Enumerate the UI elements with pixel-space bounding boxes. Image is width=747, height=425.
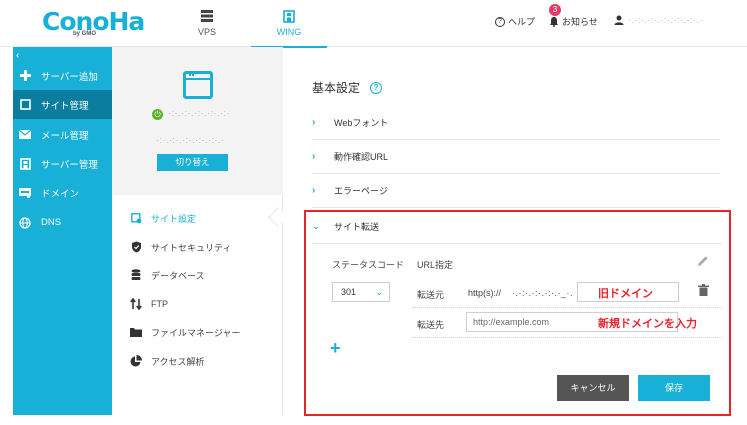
old-domain-annotation: 旧ドメイン: [598, 288, 653, 300]
site-settings-icon: [130, 212, 142, 224]
sidebar-item-server-management[interactable]: サーバー管理: [13, 149, 112, 178]
menu-item-label: ファイルマネージャー: [151, 327, 241, 338]
shield-icon: [130, 241, 142, 253]
sidebar-item-mail-management[interactable]: メール管理: [13, 120, 112, 149]
help-icon[interactable]: ?: [370, 81, 383, 94]
accordion-label: サイト転送: [334, 222, 380, 232]
wing-building-icon: [283, 10, 295, 23]
mail-icon: [18, 130, 32, 139]
menu-item-label: サイトセキュリティ: [151, 242, 232, 253]
status-code-select[interactable]: 301 ⌄: [332, 282, 390, 302]
menu-item-access-analysis[interactable]: アクセス解析: [130, 353, 280, 369]
from-domain-value: ·.·:·.·:·.·:·.·_·.: [512, 288, 573, 298]
from-label: 転送元: [417, 290, 445, 300]
accordion-webfont[interactable]: › Webフォント: [312, 106, 720, 140]
menu-item-label: サイト設定: [151, 213, 197, 224]
page-title: 基本設定 ?: [312, 79, 383, 96]
chevron-down-icon: ⌄: [375, 287, 383, 297]
server-name: ·:·.·:·.·:·.·:·.·:·: [168, 108, 230, 118]
save-button[interactable]: 保存: [638, 375, 710, 401]
chevron-right-icon: ›: [312, 151, 316, 162]
sidebar-item-site-management[interactable]: サイト管理: [13, 90, 112, 119]
server-sub-label: ·:·.·:·.·:·.·:·.·:·.·: [156, 135, 225, 145]
sidebar-item-label: サイト管理: [41, 100, 89, 112]
accordion-label: エラーページ: [334, 186, 388, 196]
chevron-right-icon: ›: [312, 117, 316, 128]
accordion-label: 動作確認URL: [334, 152, 389, 162]
help-link[interactable]: ? ヘルプ: [495, 15, 535, 28]
menu-item-ftp[interactable]: FTP: [130, 296, 280, 312]
conoha-control-panel: ConoHa by GMO VPS WING ? ヘルプ 3 お知らせ ·.·:…: [0, 0, 747, 425]
chevron-right-icon: ›: [312, 185, 316, 196]
folder-icon: [130, 327, 142, 337]
sidebar-item-label: ドメイン: [41, 188, 80, 200]
menu-item-site-security[interactable]: サイトセキュリティ: [130, 239, 280, 255]
add-row-button[interactable]: +: [330, 339, 341, 357]
menu-item-label: データベース: [151, 270, 205, 281]
server-info-box: ⏻ ·:·.·:·.·:·.·:·.·:· ·:·.·:·.·:·.·:·.·:…: [112, 47, 283, 195]
nav-wing[interactable]: WING: [251, 0, 327, 48]
chevron-down-icon: ⌄: [312, 221, 320, 231]
status-code-value: 301: [341, 287, 357, 297]
sidebar-item-dns[interactable]: DNS: [13, 208, 112, 237]
sidebar-item-label: メール管理: [41, 130, 89, 142]
sidebar-item-label: サーバー追加: [41, 71, 98, 83]
server-icon: [201, 10, 213, 22]
window-icon: [18, 99, 32, 110]
bell-icon: [550, 17, 558, 27]
sidebar-item-label: サーバー管理: [41, 159, 98, 171]
switch-button[interactable]: 切り替え: [157, 154, 228, 171]
domain-icon: [18, 187, 32, 198]
accordion-error-page[interactable]: › エラーページ: [312, 174, 720, 208]
to-url-placeholder: http://example.com: [473, 317, 550, 327]
notifications-label: お知らせ: [562, 17, 598, 27]
logo-sub: by GMO: [73, 31, 97, 37]
help-icon: ?: [495, 16, 505, 27]
power-icon: ⏻: [152, 109, 163, 120]
row-divider: [412, 337, 722, 338]
globe-icon: [18, 216, 32, 229]
sidebar-item-domain[interactable]: ドメイン: [13, 178, 112, 207]
to-label: 転送先: [417, 320, 445, 330]
menu-item-site-settings[interactable]: サイト設定: [130, 210, 280, 226]
nav-vps[interactable]: VPS: [172, 0, 242, 47]
database-icon: [130, 269, 142, 281]
status-code-label: ステータスコード: [332, 260, 405, 270]
sidebar-collapse-button[interactable]: ‹: [16, 50, 19, 61]
sidebar-item-label: DNS: [41, 217, 62, 228]
accordion-site-redirect[interactable]: ⌄ サイト転送: [312, 218, 722, 235]
url-spec-label: URL指定: [417, 260, 454, 270]
menu-item-label: アクセス解析: [151, 356, 205, 367]
trash-icon[interactable]: [698, 284, 709, 296]
cancel-button[interactable]: キャンセル: [557, 375, 629, 401]
new-domain-annotation: 新規ドメインを入力: [598, 318, 697, 330]
user-name: ·.·:·.·:·.·:·.·:·.·:·.·: [628, 15, 703, 25]
updown-arrows-icon: [130, 298, 142, 310]
nav-wing-label: WING: [276, 27, 302, 37]
page-title-text: 基本設定: [312, 81, 361, 95]
user-menu[interactable]: ·.·:·.·:·.·:·.·:·.·:·.·: [614, 15, 703, 25]
menu-item-file-manager[interactable]: ファイルマネージャー: [130, 324, 280, 340]
menu-item-database[interactable]: データベース: [130, 267, 280, 283]
accordion-label: Webフォント: [334, 118, 389, 128]
menu-item-label: FTP: [151, 299, 168, 309]
accordion-check-url[interactable]: › 動作確認URL: [312, 140, 720, 174]
sidebar-item-add-server[interactable]: サーバー追加: [13, 61, 112, 90]
row-divider: [412, 307, 722, 308]
from-prefix: http(s)://: [468, 288, 502, 298]
site-submenu-panel: ⏻ ·:·.·:·.·:·.·:·.·:· ·:·.·:·.·:·.·:·.·:…: [112, 47, 283, 415]
notifications-link[interactable]: お知らせ: [549, 15, 598, 28]
pencil-icon[interactable]: [697, 255, 709, 267]
window-large-icon: [183, 71, 213, 99]
top-header: ConoHa by GMO VPS WING ? ヘルプ 3 お知らせ ·.·:…: [0, 0, 747, 48]
nav-vps-label: VPS: [197, 27, 216, 37]
left-sidebar: ‹ サーバー追加 サイト管理 メール管理 サーバー管理 ドメイン DNS: [13, 47, 112, 415]
help-label: ヘルプ: [508, 17, 536, 27]
user-icon: [614, 15, 624, 25]
pie-chart-icon: [130, 355, 142, 367]
section-divider: [312, 243, 722, 244]
plus-icon: [18, 70, 32, 81]
building-icon: [18, 157, 32, 170]
